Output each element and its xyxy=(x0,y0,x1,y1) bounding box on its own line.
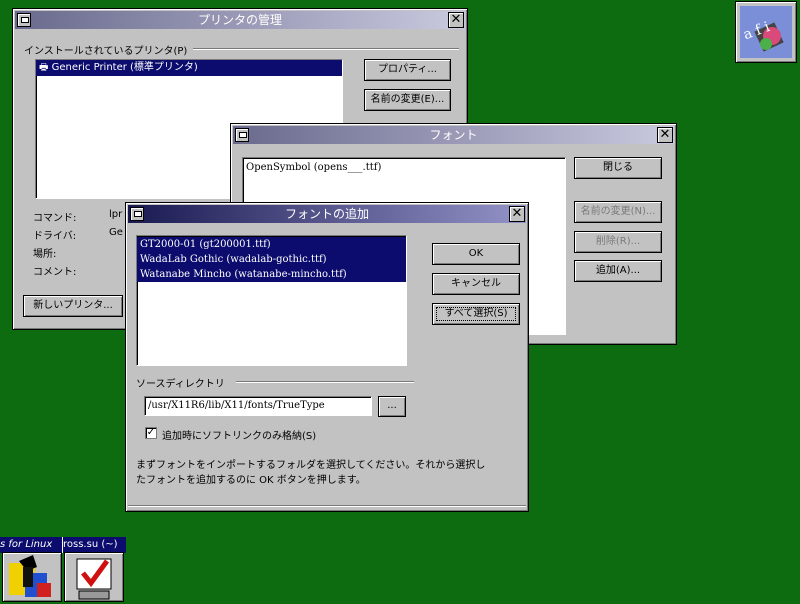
printer-name: Generic Printer (標準プリンタ) xyxy=(51,62,198,73)
location-label: 場所: xyxy=(33,249,57,260)
new-printer-button[interactable]: 新しいプリンタ... xyxy=(23,295,123,317)
add-font-title: フォントの追加 xyxy=(284,207,369,221)
source-directory-label: ソースディレクトリ xyxy=(136,379,225,390)
rename-printer-button[interactable]: 名前の変更(E)... xyxy=(364,89,451,111)
source-directory-input[interactable]: /usr/X11R6/lib/X11/fonts/TrueType xyxy=(144,396,372,416)
driver-value: Ge xyxy=(109,227,123,238)
import-font-list[interactable]: GT2000-01 (gt200001.ttf) WadaLab Gothic … xyxy=(136,235,407,366)
taskbar-label-2: ross.su (~) xyxy=(62,537,126,553)
cancel-button[interactable]: キャンセル xyxy=(432,273,520,295)
printer-list-item[interactable]: 🖶 Generic Printer (標準プリンタ) xyxy=(36,60,342,76)
checkmark-icon xyxy=(76,558,112,600)
instruction-text-line1: まずフォントをインポートするフォルダを選択してください。それから選択し xyxy=(136,460,486,471)
comment-label: コメント: xyxy=(33,267,77,278)
rename-font-button[interactable]: 名前の変更(N)... xyxy=(574,201,662,223)
applications-icon xyxy=(9,555,51,597)
group-divider xyxy=(236,381,414,383)
window-menu-icon[interactable] xyxy=(130,207,144,221)
delete-font-button[interactable]: 削除(R)... xyxy=(574,231,662,253)
close-icon[interactable]: ✕ xyxy=(657,127,673,143)
properties-button[interactable]: プロパティ... xyxy=(364,59,451,81)
instruction-text-line2: たフォントを追加するのに OK ボタンを押します。 xyxy=(136,475,366,486)
taskbar-app-button-2[interactable] xyxy=(64,552,124,602)
group-divider xyxy=(193,48,459,50)
font-list-item[interactable]: GT2000-01 (gt200001.ttf) xyxy=(137,237,406,252)
font-list-item[interactable]: WadaLab Gothic (wadalab-gothic.ttf) xyxy=(137,252,406,267)
font-list-item[interactable]: Watanabe Mincho (watanabe-mincho.ttf) xyxy=(137,267,406,282)
ok-button[interactable]: OK xyxy=(432,243,520,265)
select-all-button[interactable]: すべて選択(S) xyxy=(432,303,520,325)
font-window-titlebar[interactable]: フォント xyxy=(233,126,674,144)
command-label: コマンド: xyxy=(33,213,77,224)
status-divider xyxy=(128,505,526,507)
taskbar-label-1: s for Linux xyxy=(0,537,62,553)
command-value: lpr xyxy=(109,209,123,220)
close-icon[interactable]: ✕ xyxy=(448,12,464,28)
installed-printers-label: インストールされているプリンタ(P) xyxy=(24,46,188,57)
symlink-checkbox-label[interactable]: 追加時にソフトリンクのみ格納(S) xyxy=(162,427,316,442)
window-menu-icon[interactable] xyxy=(235,128,249,142)
add-font-button[interactable]: 追加(A)... xyxy=(574,260,662,282)
driver-label: ドライバ: xyxy=(33,231,77,242)
add-font-titlebar[interactable]: フォントの追加 xyxy=(128,205,526,223)
printer-window-titlebar[interactable]: プリンタの管理 xyxy=(15,11,465,29)
applixware-logo-icon[interactable]: a f i xyxy=(735,1,797,63)
window-menu-icon[interactable] xyxy=(17,13,31,27)
symlink-checkbox[interactable]: ✓ xyxy=(145,427,157,439)
printer-window-title: プリンタの管理 xyxy=(197,13,282,27)
add-font-dialog: フォントの追加 ✕ GT2000-01 (gt200001.ttf) WadaL… xyxy=(125,202,529,512)
taskbar-app-button-1[interactable] xyxy=(2,552,62,602)
font-window-title: フォント xyxy=(429,128,478,142)
close-icon[interactable]: ✕ xyxy=(509,206,525,222)
printer-icon: 🖶 xyxy=(39,62,52,73)
browse-button[interactable]: ... xyxy=(378,396,406,417)
font-list-item[interactable]: OpenSymbol (opens___.ttf) xyxy=(243,158,565,173)
close-button[interactable]: 閉じる xyxy=(574,157,662,179)
